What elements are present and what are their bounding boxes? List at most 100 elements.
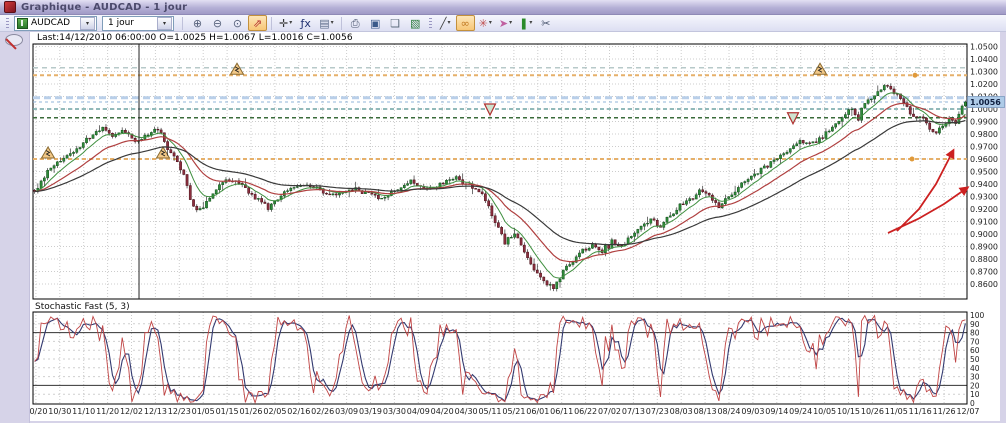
svg-text:60: 60 [970,346,980,355]
svg-text:0.9800: 0.9800 [970,130,998,139]
crosshair-button[interactable]: ✛▾ [276,15,295,31]
svg-text:07/13: 07/13 [622,407,645,416]
svg-text:0.8600: 0.8600 [970,280,998,289]
save-button[interactable]: ▣ [366,15,385,31]
svg-text:07/23: 07/23 [646,407,669,416]
svg-text:0.9200: 0.9200 [970,205,998,214]
chart-canvas[interactable]: 10/1110/2010/3011/1011/2012/0212/1312/23… [0,0,1006,423]
svg-text:12/07: 12/07 [956,407,979,416]
svg-text:0.9000: 0.9000 [970,230,998,239]
left-panel-strip [0,31,30,423]
toolbar-separator [271,17,272,30]
pointer-wand-button[interactable]: ➤▾ [496,15,515,31]
svg-text:07/02: 07/02 [598,407,621,416]
svg-text:50: 50 [970,355,980,364]
export-document-button[interactable]: ❏ [386,15,405,31]
svg-text:11/16: 11/16 [909,407,932,416]
app-icon [4,1,16,13]
drawing-shapes-button[interactable]: ✳▾ [476,15,495,31]
svg-text:0.9600: 0.9600 [970,155,998,164]
crosshair-icon: ✛ [279,18,288,29]
zoom-auto-button[interactable]: ⊙ [228,15,247,31]
zoom-out-button[interactable]: ⊖ [208,15,227,31]
candle-pattern-button[interactable]: ❚▾ [516,15,535,31]
candle-pattern-dropdown-icon[interactable]: ▾ [529,20,532,26]
svg-text:1.0500: 1.0500 [970,43,998,52]
svg-text:02/26: 02/26 [311,407,334,416]
pointer-wand-icon: ➤ [499,18,508,29]
svg-text:03/09: 03/09 [335,407,358,416]
pointer-wand-dropdown-icon[interactable]: ▾ [509,20,512,26]
settings-tools-icon: ✂ [541,18,550,29]
symbol-combo-arrow-icon[interactable]: ▾ [80,17,95,30]
svg-text:12/23: 12/23 [168,407,191,416]
period-combo[interactable]: 1 jour ▾ [102,16,174,31]
svg-text:11/20: 11/20 [96,407,119,416]
toolbar-grip[interactable] [6,18,9,29]
svg-text:70: 70 [970,337,980,346]
instrument-icon [17,18,28,29]
svg-text:01/15: 01/15 [216,407,239,416]
svg-text:20: 20 [970,381,980,390]
toolbar-buttons: ⊕⊖⊙⇗✛▾ƒx▤▾⎙▣❏▧╱▾∞✳▾➤▾❚▾✂ [188,15,555,31]
last-quote-line: Last:14/12/2010 06:00:00 O=1.0025 H=1.00… [37,33,353,43]
svg-text:05/21: 05/21 [502,407,525,416]
link-charts-button[interactable]: ∞ [456,15,475,31]
svg-text:0.8900: 0.8900 [970,243,998,252]
svg-text:11/26: 11/26 [933,407,956,416]
svg-text:12/13: 12/13 [144,407,167,416]
svg-text:03/30: 03/30 [383,407,406,416]
svg-text:02/16: 02/16 [287,407,310,416]
svg-text:0.9500: 0.9500 [970,168,998,177]
svg-text:05/11: 05/11 [478,407,501,416]
zoom-auto-icon: ⊙ [233,18,242,29]
toolbar-grip [429,18,432,29]
zoom-out-icon: ⊖ [213,18,222,29]
window-title: Graphique - AUDCAD - 1 jour [21,2,187,13]
svg-text:0.9900: 0.9900 [970,118,998,127]
candle-pattern-icon: ❚ [519,18,528,29]
toolbar: AUDCAD ▾ 1 jour ▾ ⊕⊖⊙⇗✛▾ƒx▤▾⎙▣❏▧╱▾∞✳▾➤▾❚… [0,15,1006,32]
period-value: 1 jour [105,18,157,28]
snapshot-chart-icon: ▧ [410,18,420,29]
svg-text:06/01: 06/01 [526,407,549,416]
svg-text:11/10: 11/10 [72,407,95,416]
svg-text:08/24: 08/24 [717,407,740,416]
svg-text:0.9300: 0.9300 [970,193,998,202]
crosshair-dropdown-icon[interactable]: ▾ [289,20,292,26]
svg-text:04/30: 04/30 [455,407,478,416]
indicator-window-dropdown-icon[interactable]: ▾ [331,20,334,26]
toolbar-separator [182,17,183,30]
link-charts-icon: ∞ [461,18,470,29]
print-button[interactable]: ⎙ [346,15,365,31]
zoom-in-button[interactable]: ⊕ [188,15,207,31]
svg-text:Stochastic Fast (5, 3): Stochastic Fast (5, 3) [35,302,130,312]
toolbar-separator [341,17,342,30]
svg-text:09/14: 09/14 [765,407,788,416]
svg-text:10/05: 10/05 [813,407,836,416]
trendline-button[interactable]: ╱▾ [436,15,455,31]
price-pointer-icon: ⇗ [253,18,262,29]
period-combo-arrow-icon[interactable]: ▾ [157,17,172,30]
watch-eye-icon[interactable] [5,34,23,46]
svg-text:10/30: 10/30 [48,407,71,416]
drawing-shapes-dropdown-icon[interactable]: ▾ [489,20,492,26]
svg-text:03/19: 03/19 [359,407,382,416]
snapshot-chart-button[interactable]: ▧ [406,15,425,31]
indicator-window-button[interactable]: ▤▾ [316,15,336,31]
svg-text:40: 40 [970,364,980,373]
titlebar[interactable]: Graphique - AUDCAD - 1 jour [0,0,1006,15]
symbol-value: AUDCAD [28,18,80,28]
svg-text:100: 100 [970,311,985,320]
price-pointer-button[interactable]: ⇗ [248,15,267,31]
symbol-combo[interactable]: AUDCAD ▾ [14,16,97,31]
indicators-fx-button[interactable]: ƒx [296,15,315,31]
settings-tools-button[interactable]: ✂ [536,15,555,31]
zoom-in-icon: ⊕ [193,18,202,29]
trendline-dropdown-icon[interactable]: ▾ [447,20,450,26]
print-icon: ⎙ [351,18,360,29]
svg-text:1.0056: 1.0056 [970,98,1001,107]
svg-text:02/05: 02/05 [263,407,286,416]
svg-text:10: 10 [970,390,980,399]
svg-text:04/20: 04/20 [431,407,454,416]
